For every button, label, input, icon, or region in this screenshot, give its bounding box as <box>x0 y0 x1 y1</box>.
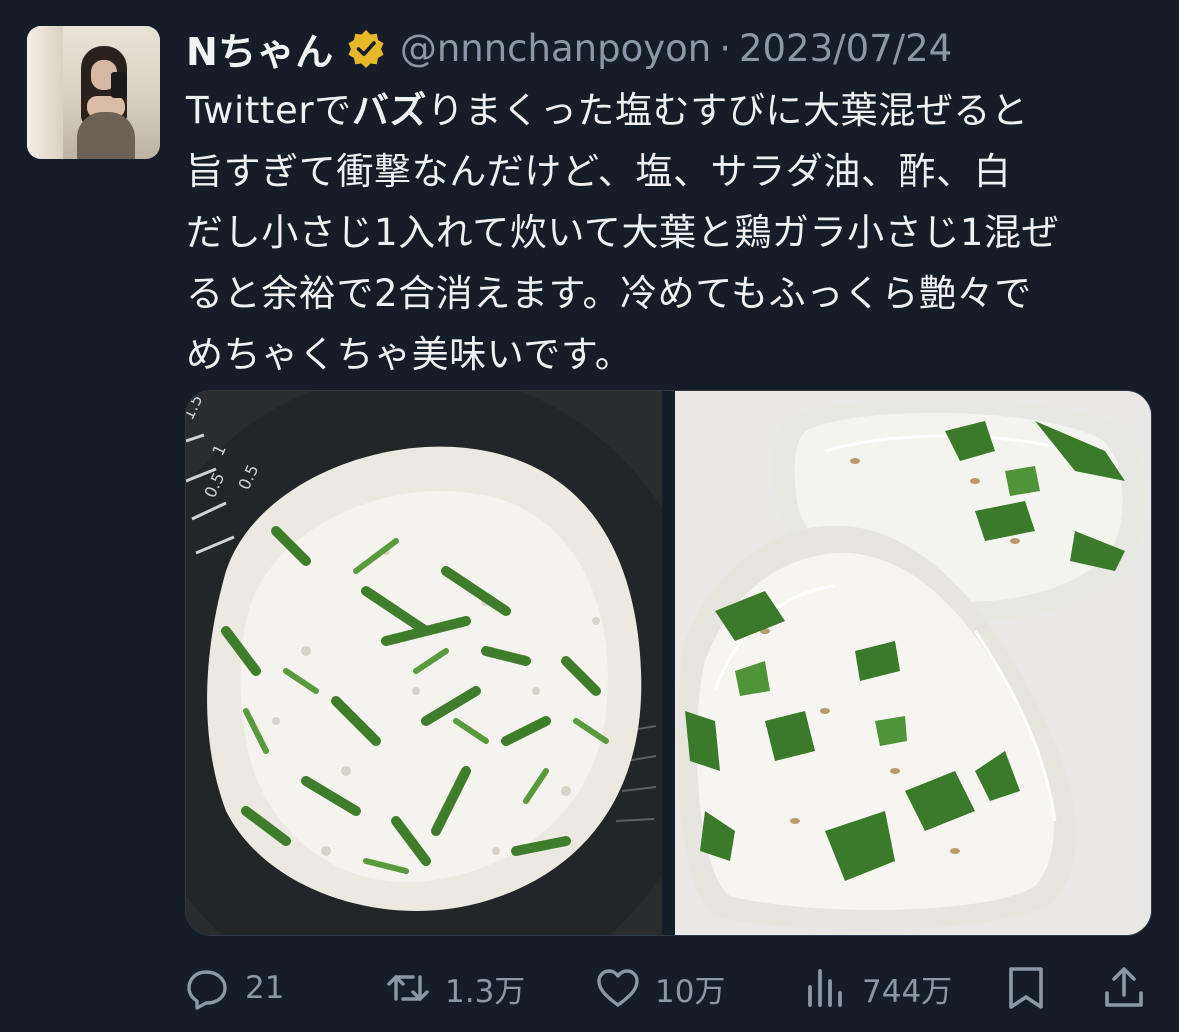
tweet-date[interactable]: 2023/07/24 <box>739 27 952 70</box>
tweet-text-line: 旨すぎて衝撃なんだけど、塩、サラダ油、酢、白 <box>186 150 1012 193</box>
like-count: 10万 <box>655 973 726 1010</box>
retweet-button[interactable]: 1.3万 <box>385 958 525 1018</box>
tweet-header: Nちゃん @nnnchanpoyon · 2023/07/24 <box>186 22 952 74</box>
verified-badge-icon <box>348 30 384 68</box>
reply-count: 21 <box>245 970 285 1006</box>
heart-icon <box>597 969 639 1007</box>
photo-rice-cooker[interactable]: 1.5 1 0.5 0.5 <box>186 391 662 935</box>
separator: · <box>719 26 731 70</box>
tweet-text-line: ると余裕で2合消えます。冷めてもふっくら艶々で <box>186 272 1032 315</box>
views-chart-icon <box>808 969 842 1007</box>
tweet-text-line: だし小さじ1入れて炊いて大葉と鶏ガラ小さじ1混ぜ <box>186 211 1060 254</box>
reply-icon <box>187 970 227 1010</box>
avatar[interactable] <box>27 26 160 159</box>
views-button[interactable]: 744万 <box>802 958 952 1018</box>
user-handle[interactable]: @nnnchanpoyon <box>400 27 711 70</box>
action-bar: 21 1.3万 10万 744万 <box>185 958 1145 1018</box>
views-count: 744万 <box>862 973 953 1010</box>
share-icon <box>1105 967 1143 1007</box>
tweet-text-line: めちゃくちゃ美味いです。 <box>186 333 633 376</box>
display-name[interactable]: Nちゃん <box>186 21 334 76</box>
like-button[interactable]: 10万 <box>595 958 725 1018</box>
bookmark-button[interactable] <box>1003 958 1049 1018</box>
share-button[interactable] <box>1101 958 1147 1018</box>
retweet-icon <box>387 975 429 1001</box>
bookmark-icon <box>1009 967 1043 1009</box>
tweet-text: Twitterでバズりまくった塩むすびに大葉混ぜると 旨すぎて衝撃なんだけど、塩… <box>186 80 1146 385</box>
media-grid: 1.5 1 0.5 0.5 <box>185 390 1152 936</box>
tweet-text-bold: バズ <box>351 89 428 132</box>
retweet-count: 1.3万 <box>445 973 526 1010</box>
reply-button[interactable]: 21 <box>185 958 284 1018</box>
photo-onigiri[interactable] <box>675 391 1151 935</box>
tweet: Nちゃん @nnnchanpoyon · 2023/07/24 Twitterで… <box>0 0 1179 1032</box>
tweet-text-line: Twitterでバズりまくった塩むすびに大葉混ぜると <box>186 89 1029 132</box>
